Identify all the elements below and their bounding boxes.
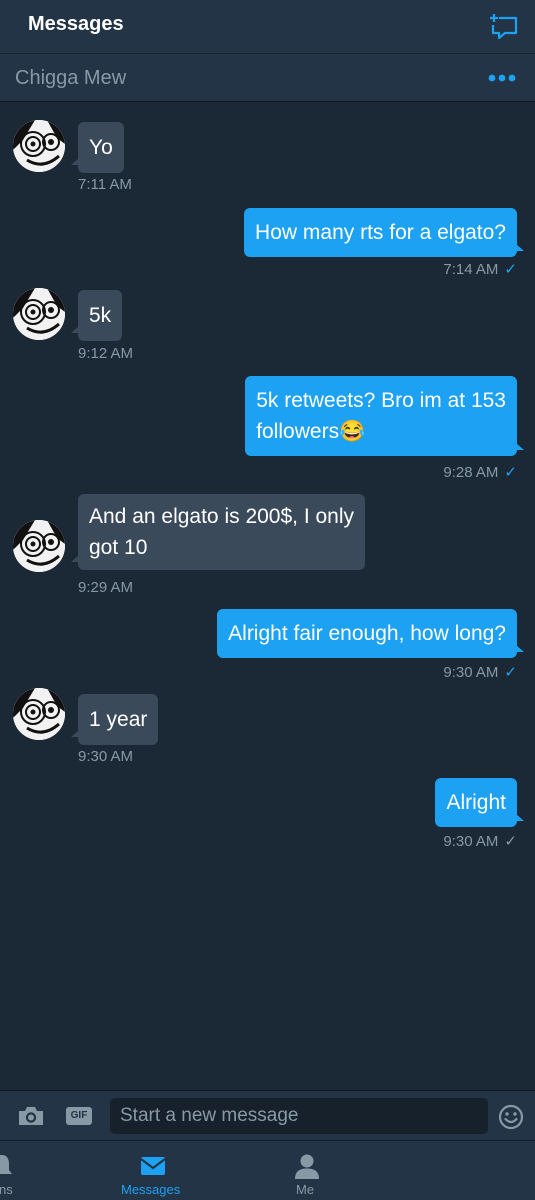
- tab-label: Messages: [121, 1182, 181, 1197]
- message-text: Yo: [89, 136, 113, 159]
- message-time: 9:28 AM: [443, 464, 499, 481]
- conversation-name[interactable]: Chigga Mew: [15, 67, 126, 90]
- message-text-line: followers😂: [256, 420, 366, 443]
- conversation-header: Chigga Mew: [0, 54, 535, 102]
- message-timestamp: 9:28 AM ✓: [443, 464, 517, 481]
- message-text-line: And an elgato is 200$, I only: [89, 505, 355, 528]
- tab-bar: ations Messages Me: [0, 1140, 535, 1200]
- outgoing-message-bubble[interactable]: How many rts for a elgato?: [244, 208, 524, 257]
- tab-label: ations: [0, 1182, 13, 1197]
- message-timestamp: 9:30 AM: [78, 748, 134, 765]
- compose-message-icon[interactable]: [489, 11, 519, 41]
- message-timestamp: 7:14 AM ✓: [443, 261, 517, 278]
- outgoing-message-bubble[interactable]: Alright fair enough, how long?: [217, 609, 524, 658]
- message-composer: GIF: [0, 1090, 535, 1140]
- message-timestamp: 7:11 AM: [78, 176, 132, 193]
- message-time: 9:30 AM: [443, 833, 499, 850]
- tab-notifications[interactable]: ations: [0, 1141, 60, 1200]
- read-check-icon: ✓: [504, 664, 517, 681]
- avatar[interactable]: [13, 288, 65, 340]
- outgoing-message-bubble[interactable]: 5k retweets? Bro im at 153 followers😂: [245, 376, 524, 456]
- tab-label: Me: [296, 1182, 315, 1197]
- avatar[interactable]: [13, 688, 65, 740]
- incoming-message-bubble[interactable]: 1 year: [70, 694, 159, 745]
- outgoing-message-bubble[interactable]: Alright: [435, 778, 524, 827]
- cartoon-avatar-icon: [13, 688, 65, 740]
- message-text-line: got 10: [89, 536, 148, 559]
- camera-icon[interactable]: [17, 1104, 45, 1128]
- message-thread[interactable]: Yo 7:11 AM How many rts for a elgato? 7:…: [0, 102, 535, 1090]
- message-input[interactable]: [110, 1098, 488, 1134]
- message-text: 1 year: [89, 708, 148, 731]
- gif-button[interactable]: GIF: [66, 1107, 92, 1125]
- envelope-icon: [140, 1157, 166, 1175]
- top-bar: Messages: [0, 0, 535, 54]
- cartoon-avatar-icon: [13, 520, 65, 572]
- message-text: Alright: [446, 791, 506, 814]
- tab-me[interactable]: Me: [282, 1141, 330, 1200]
- message-timestamp: 9:29 AM: [78, 579, 134, 596]
- incoming-message-bubble[interactable]: 5k: [70, 290, 123, 341]
- tab-messages[interactable]: Messages: [112, 1141, 194, 1200]
- incoming-message-bubble[interactable]: Yo: [71, 122, 124, 173]
- sent-check-icon: ✓: [504, 833, 517, 850]
- read-check-icon: ✓: [504, 464, 517, 481]
- person-icon: [295, 1154, 319, 1179]
- message-time: 9:30 AM: [443, 664, 499, 681]
- incoming-message-bubble[interactable]: And an elgato is 200$, I only got 10: [70, 494, 366, 570]
- avatar[interactable]: [13, 520, 65, 572]
- cartoon-avatar-icon: [13, 288, 65, 340]
- message-time: 7:14 AM: [443, 261, 499, 278]
- message-timestamp: 9:30 AM ✓: [443, 833, 517, 850]
- notifications-bell-icon: [0, 1155, 12, 1174]
- page-title: Messages: [28, 13, 124, 35]
- message-timestamp: 9:30 AM ✓: [443, 664, 517, 681]
- cartoon-avatar-icon: [13, 120, 65, 172]
- message-text: How many rts for a elgato?: [255, 221, 506, 244]
- message-timestamp: 9:12 AM: [78, 345, 134, 362]
- read-check-icon: ✓: [504, 261, 517, 278]
- emoji-icon[interactable]: [498, 1104, 524, 1130]
- avatar[interactable]: [13, 120, 65, 172]
- message-text: 5k: [89, 304, 112, 327]
- message-text-line: 5k retweets? Bro im at 153: [256, 389, 506, 412]
- message-text: Alright fair enough, how long?: [228, 622, 506, 645]
- more-options-icon[interactable]: [487, 70, 517, 86]
